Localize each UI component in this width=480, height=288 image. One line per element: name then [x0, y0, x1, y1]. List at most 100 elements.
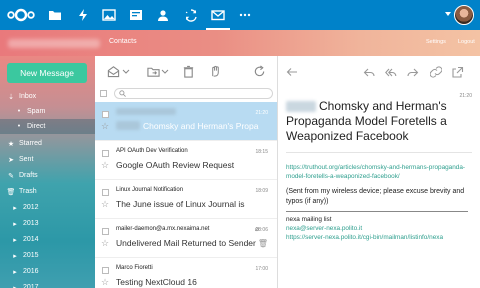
sidebar-item-label: Sent — [19, 156, 34, 163]
sent-icon: ➤ — [8, 156, 14, 164]
activity-icon[interactable] — [75, 7, 91, 23]
signature-separator — [286, 211, 468, 212]
message-reader: 21:20 Chomsky and Herman's Propaganda Mo… — [278, 56, 480, 288]
dot-icon: • — [17, 123, 21, 130]
redacted-subject-prefix — [286, 101, 316, 113]
list-item[interactable]: ☆ mailer-daemon@a.mx.nexaima.net ⌀ Undel… — [95, 219, 277, 258]
sidebar-item-inbox[interactable]: ⇣ Inbox — [0, 89, 95, 104]
sidebar-item-label: Direct — [27, 123, 46, 130]
message-sender: Linux Journal Notification — [116, 187, 184, 193]
move-dropdown-icon[interactable] — [161, 64, 169, 78]
mark-read-icon[interactable] — [106, 64, 120, 78]
top-navigation-bar — [0, 0, 480, 30]
sidebar-item-starred[interactable]: ★ Starred — [0, 136, 95, 151]
contacts-icon[interactable] — [155, 7, 171, 23]
search-input[interactable] — [114, 87, 273, 99]
message-subject: Chomsky and Herman's Propa — [143, 121, 259, 131]
message-body: https://truthout.org/articles/chomsky-an… — [286, 163, 476, 242]
sidebar-item-sent[interactable]: ➤ Sent — [0, 152, 95, 167]
reply-all-icon[interactable] — [384, 65, 398, 79]
sidebar-item-trash[interactable]: 🗑 Trash — [0, 184, 95, 199]
mail-sidebar: New Message ⇣ Inbox • Spam • Direct ★ St… — [0, 56, 95, 288]
search-icon — [119, 89, 126, 97]
contacts-link[interactable]: Contacts — [109, 38, 137, 45]
sidebar-item-2013[interactable]: ▸ 2013 — [0, 216, 95, 231]
reply-icon[interactable] — [362, 65, 376, 79]
star-icon[interactable]: ☆ — [101, 161, 109, 170]
nextcloud-logo-icon[interactable] — [6, 6, 36, 24]
app-header: Contacts Settings Logout — [0, 30, 480, 56]
mailing-list-name: nexa mailing list — [286, 216, 332, 223]
move-folder-icon[interactable] — [146, 64, 160, 78]
message-checkbox[interactable] — [102, 228, 109, 235]
message-checkbox[interactable] — [102, 150, 109, 157]
sidebar-item-2014[interactable]: ▸ 2014 — [0, 232, 95, 247]
message-time: 18:06 — [255, 227, 268, 233]
settings-link[interactable]: Settings — [426, 39, 446, 45]
star-icon[interactable]: ☆ — [101, 200, 109, 209]
delete-icon[interactable]: 🗑 — [258, 239, 268, 248]
sidebar-item-label: Starred — [19, 140, 42, 147]
delete-icon[interactable] — [181, 64, 195, 78]
refresh-icon[interactable] — [252, 64, 266, 78]
sidebar-item-2016[interactable]: ▸ 2016 — [0, 264, 95, 279]
report-spam-icon[interactable] — [208, 64, 222, 78]
message-sender: mailer-daemon@a.mx.nexaima.net — [116, 226, 210, 232]
more-icon[interactable] — [237, 7, 253, 23]
gallery-icon[interactable] — [101, 7, 117, 23]
message-checkbox[interactable] — [102, 111, 109, 118]
list-item[interactable]: ☆ Chomsky and Herman's Propa 21:20 — [95, 102, 277, 141]
news-icon[interactable] — [128, 7, 144, 23]
drafts-icon: ✎ — [8, 172, 14, 180]
search-row — [100, 87, 273, 99]
list-item[interactable]: ☆ API OAuth Dev Verification Google OAut… — [95, 141, 277, 180]
sidebar-item-label: 2015 — [23, 252, 39, 259]
mailing-list-url[interactable]: https://server-nexa.polito.it/cgi-bin/ma… — [286, 234, 443, 241]
forward-icon[interactable] — [406, 65, 420, 79]
logout-link[interactable]: Logout — [458, 39, 475, 45]
sidebar-item-label: Trash — [19, 188, 37, 195]
mailing-list-email[interactable]: nexa@server-nexa.polito.it — [286, 225, 362, 232]
view-source-icon[interactable] — [429, 65, 443, 79]
mark-read-dropdown-icon[interactable] — [122, 64, 130, 78]
sidebar-item-drafts[interactable]: ✎ Drafts — [0, 168, 95, 183]
folder-icon: ▸ — [13, 220, 17, 228]
message-checkbox[interactable] — [102, 189, 109, 196]
inbox-icon: ⇣ — [8, 93, 14, 101]
folder-icon: ▸ — [13, 236, 17, 244]
sync-icon[interactable] — [183, 7, 199, 23]
sidebar-item-spam[interactable]: • Spam — [0, 104, 95, 119]
sidebar-item-2015[interactable]: ▸ 2015 — [0, 248, 95, 263]
redacted-subject-prefix — [116, 121, 140, 130]
sidebar-item-2017[interactable]: ▸ 2017 — [0, 280, 95, 288]
folder-icon: ▸ — [13, 268, 17, 276]
star-icon: ★ — [7, 140, 15, 148]
files-icon[interactable] — [47, 7, 63, 23]
message-time: 17:00 — [255, 266, 268, 272]
sidebar-item-2012[interactable]: ▸ 2012 — [0, 200, 95, 215]
sidebar-item-label: Spam — [27, 108, 46, 115]
article-link[interactable]: https://truthout.org/articles/chomsky-an… — [286, 164, 465, 180]
message-checkbox[interactable] — [102, 267, 109, 274]
list-item[interactable]: ☆ Linux Journal Notification The June is… — [95, 180, 277, 219]
list-item[interactable]: ☆ Marco Fioretti Testing NextCloud 16 17… — [95, 258, 277, 288]
new-message-button[interactable]: New Message — [7, 63, 87, 83]
open-external-icon[interactable] — [451, 65, 465, 79]
user-menu-caret-icon[interactable] — [445, 12, 451, 16]
star-icon[interactable]: ☆ — [101, 122, 109, 131]
redacted-account-name — [8, 39, 100, 48]
sidebar-item-label: Inbox — [19, 93, 37, 100]
sidebar-item-direct[interactable]: • Direct — [0, 119, 95, 134]
back-icon[interactable] — [285, 65, 299, 79]
message-subject-heading: Chomsky and Herman's Propaganda Model Fo… — [286, 99, 476, 144]
message-time: 21:20 — [255, 110, 268, 116]
message-sender: API OAuth Dev Verification — [116, 148, 188, 154]
star-icon[interactable]: ☆ — [101, 239, 109, 248]
star-icon[interactable]: ☆ — [101, 278, 109, 287]
mail-icon[interactable] — [206, 7, 230, 30]
redacted-sender — [116, 108, 176, 115]
avatar[interactable] — [454, 5, 474, 25]
select-all-checkbox[interactable] — [100, 89, 107, 97]
sidebar-item-label: 2017 — [23, 284, 39, 288]
sidebar-item-label: 2013 — [23, 220, 39, 227]
